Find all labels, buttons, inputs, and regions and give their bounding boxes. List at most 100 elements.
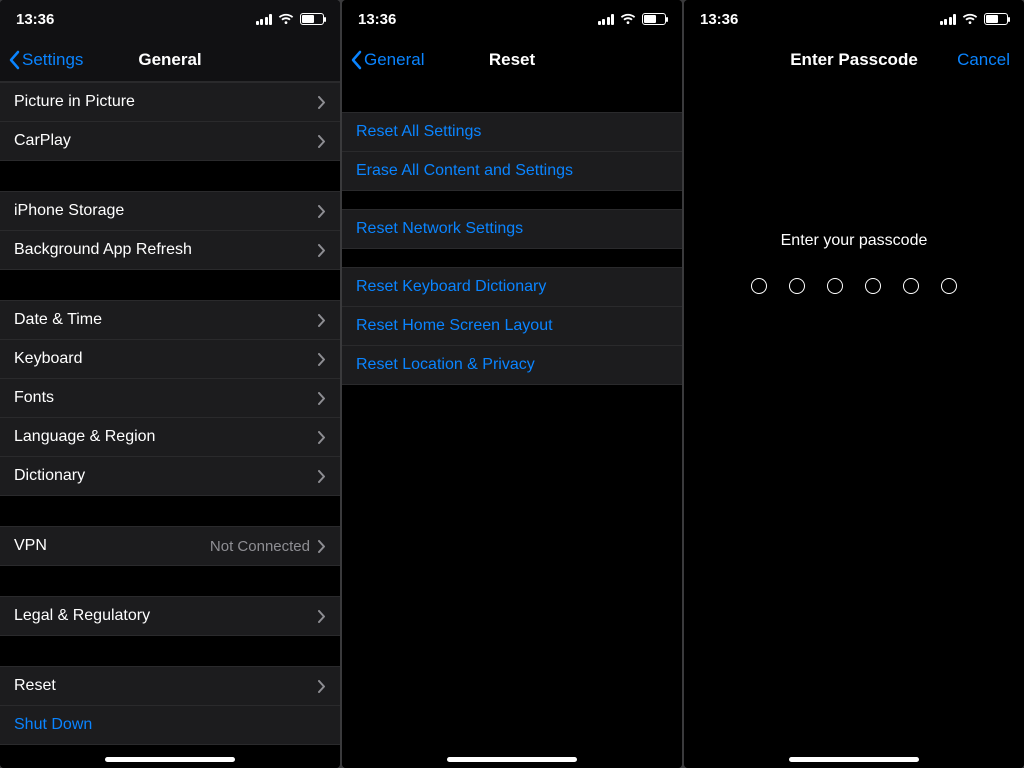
chevron-right-icon [318, 96, 326, 109]
row-label: VPN [14, 537, 47, 555]
chevron-right-icon [318, 431, 326, 444]
chevron-left-icon [350, 50, 362, 70]
row-label: iPhone Storage [14, 202, 124, 220]
status-icons [940, 13, 1009, 25]
row-keyboard[interactable]: Keyboard [0, 339, 340, 378]
row-label: Picture in Picture [14, 93, 135, 111]
settings-list[interactable]: Picture in Picture CarPlay iPhone Storag… [0, 82, 340, 768]
wifi-icon [278, 13, 294, 25]
status-bar: 13:36 [0, 0, 340, 38]
back-label: Settings [22, 50, 83, 70]
row-iphone-storage[interactable]: iPhone Storage [0, 192, 340, 230]
row-legal-regulatory[interactable]: Legal & Regulatory [0, 597, 340, 635]
chevron-right-icon [318, 135, 326, 148]
row-label: Reset Home Screen Layout [356, 317, 553, 335]
row-label: Reset Keyboard Dictionary [356, 278, 546, 296]
row-label: Dictionary [14, 467, 85, 485]
row-label: CarPlay [14, 132, 71, 150]
navbar-title: General [138, 50, 201, 70]
chevron-right-icon [318, 610, 326, 623]
row-date-time[interactable]: Date & Time [0, 301, 340, 339]
screen-reset: 13:36 General Reset Reset All Settings E… [342, 0, 682, 768]
row-label: Reset [14, 677, 56, 695]
row-reset-keyboard-dictionary[interactable]: Reset Keyboard Dictionary [342, 268, 682, 306]
status-icons [256, 13, 325, 25]
chevron-right-icon [318, 244, 326, 257]
wifi-icon [962, 13, 978, 25]
row-reset-all-settings[interactable]: Reset All Settings [342, 113, 682, 151]
group-reset: Reset Shut Down [0, 666, 340, 745]
row-reset[interactable]: Reset [0, 667, 340, 705]
status-icons [598, 13, 667, 25]
navbar-title: Enter Passcode [790, 50, 918, 70]
home-indicator[interactable] [447, 757, 577, 762]
cellular-icon [598, 14, 615, 25]
navbar-title: Reset [489, 50, 535, 70]
row-background-app-refresh[interactable]: Background App Refresh [0, 230, 340, 269]
chevron-right-icon [318, 540, 326, 553]
row-label: Background App Refresh [14, 241, 192, 259]
row-reset-network[interactable]: Reset Network Settings [342, 210, 682, 248]
row-dictionary[interactable]: Dictionary [0, 456, 340, 495]
row-label: Reset Network Settings [356, 220, 523, 238]
status-time: 13:36 [358, 11, 396, 28]
passcode-dot [903, 278, 919, 294]
chevron-left-icon [8, 50, 20, 70]
row-language-region[interactable]: Language & Region [0, 417, 340, 456]
row-label: Keyboard [14, 350, 83, 368]
screen-general: 13:36 Settings General Picture in Pictur… [0, 0, 340, 768]
reset-list[interactable]: Reset All Settings Erase All Content and… [342, 82, 682, 768]
status-time: 13:36 [16, 11, 54, 28]
cellular-icon [256, 14, 273, 25]
chevron-right-icon [318, 205, 326, 218]
chevron-right-icon [318, 680, 326, 693]
screen-passcode: 13:36 Enter Passcode Cancel Enter your p… [684, 0, 1024, 768]
row-label: Reset All Settings [356, 123, 481, 141]
navbar-passcode: Enter Passcode Cancel [684, 38, 1024, 82]
back-label: General [364, 50, 424, 70]
row-reset-location-privacy[interactable]: Reset Location & Privacy [342, 345, 682, 384]
status-time: 13:36 [700, 11, 738, 28]
back-to-general[interactable]: General [350, 38, 424, 81]
passcode-dot [751, 278, 767, 294]
row-erase-all-content[interactable]: Erase All Content and Settings [342, 151, 682, 190]
group-reset-erase: Reset All Settings Erase All Content and… [342, 112, 682, 191]
passcode-dot [865, 278, 881, 294]
passcode-dot [941, 278, 957, 294]
row-label: Fonts [14, 389, 54, 407]
battery-icon [642, 13, 666, 25]
row-carplay[interactable]: CarPlay [0, 121, 340, 160]
row-reset-home-screen[interactable]: Reset Home Screen Layout [342, 306, 682, 345]
row-shut-down[interactable]: Shut Down [0, 705, 340, 744]
navbar-reset: General Reset [342, 38, 682, 82]
home-indicator[interactable] [105, 757, 235, 762]
group-legal: Legal & Regulatory [0, 596, 340, 636]
passcode-dot [789, 278, 805, 294]
row-vpn[interactable]: VPN Not Connected [0, 527, 340, 565]
group-reset-other: Reset Keyboard Dictionary Reset Home Scr… [342, 267, 682, 385]
passcode-dots[interactable] [751, 278, 957, 294]
navbar-general: Settings General [0, 38, 340, 82]
group-vpn: VPN Not Connected [0, 526, 340, 566]
row-label: Shut Down [14, 716, 92, 734]
group-reset-network: Reset Network Settings [342, 209, 682, 249]
cancel-button[interactable]: Cancel [957, 38, 1010, 81]
chevron-right-icon [318, 314, 326, 327]
row-picture-in-picture[interactable]: Picture in Picture [0, 83, 340, 121]
wifi-icon [620, 13, 636, 25]
row-label: Language & Region [14, 428, 155, 446]
cancel-label: Cancel [957, 50, 1010, 70]
status-bar: 13:36 [342, 0, 682, 38]
battery-icon [300, 13, 324, 25]
group-locale: Date & Time Keyboard Fonts Language & Re… [0, 300, 340, 496]
chevron-right-icon [318, 353, 326, 366]
home-indicator[interactable] [789, 757, 919, 762]
back-to-settings[interactable]: Settings [8, 38, 83, 81]
row-detail: Not Connected [210, 538, 310, 555]
status-bar: 13:36 [684, 0, 1024, 38]
row-label: Legal & Regulatory [14, 607, 150, 625]
chevron-right-icon [318, 470, 326, 483]
cellular-icon [940, 14, 957, 25]
passcode-prompt: Enter your passcode [781, 232, 928, 250]
row-fonts[interactable]: Fonts [0, 378, 340, 417]
